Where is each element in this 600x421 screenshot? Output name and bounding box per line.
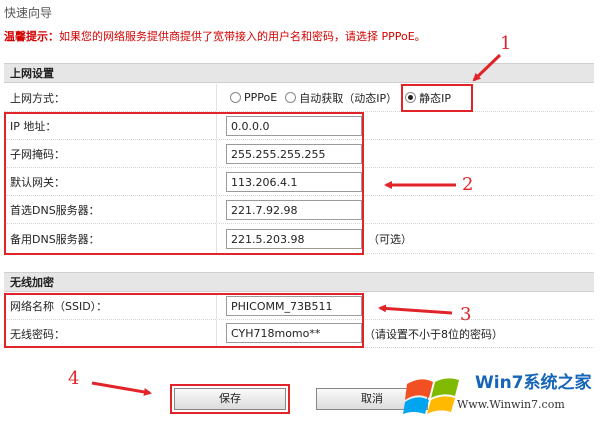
watermark-url: Www.Winwin7.com — [457, 398, 565, 411]
callout-number-2: 2 — [462, 174, 474, 195]
annotation-box-save — [170, 384, 290, 414]
tip-line: 温馨提示：如果您的网络服务提供商提供了宽带接入的用户名和密码，请选择 PPPoE… — [4, 28, 426, 44]
row-divider — [216, 84, 217, 111]
callout-number-3: 3 — [460, 304, 472, 325]
callout-number-4: 4 — [68, 368, 80, 389]
page-title: 快速向导 — [4, 6, 53, 20]
tip-text: 如果您的网络服务提供商提供了宽带接入的用户名和密码，请选择 PPPoE。 — [59, 30, 426, 43]
annotation-box-static-ip — [401, 84, 473, 112]
wifi-password-hint: （请设置不小于8位的密码） — [364, 327, 503, 341]
radio-pppoe-circle[interactable] — [230, 92, 241, 103]
radio-pppoe-label: PPPoE — [244, 91, 278, 104]
tip-label: 温馨提示： — [4, 30, 59, 43]
radio-pppoe[interactable]: PPPoE — [230, 90, 277, 106]
radio-dynamic-ip[interactable]: 自动获取（动态IP） — [285, 90, 397, 106]
internet-section-header: 上网设置 — [4, 63, 594, 83]
radio-dynamic-ip-circle[interactable] — [285, 92, 297, 103]
arrow-4 — [91, 381, 152, 396]
secondary-dns-optional-note: （可选） — [368, 232, 412, 246]
annotation-box-ip-fields — [4, 112, 364, 255]
annotation-box-wireless-fields — [4, 293, 364, 348]
callout-number-1: 1 — [500, 33, 512, 54]
connection-mode-row: 上网方式： PPPoE 自动获取（动态IP） 静态IP — [4, 84, 594, 112]
radio-dynamic-ip-label: 自动获取（动态IP） — [299, 91, 398, 105]
wireless-section-header: 无线加密 — [4, 272, 594, 292]
watermark-text: Win7系统之家 — [475, 373, 592, 393]
connection-mode-label: 上网方式： — [10, 91, 65, 105]
site-watermark: Win7系统之家 Www.Winwin7.com — [397, 364, 600, 421]
